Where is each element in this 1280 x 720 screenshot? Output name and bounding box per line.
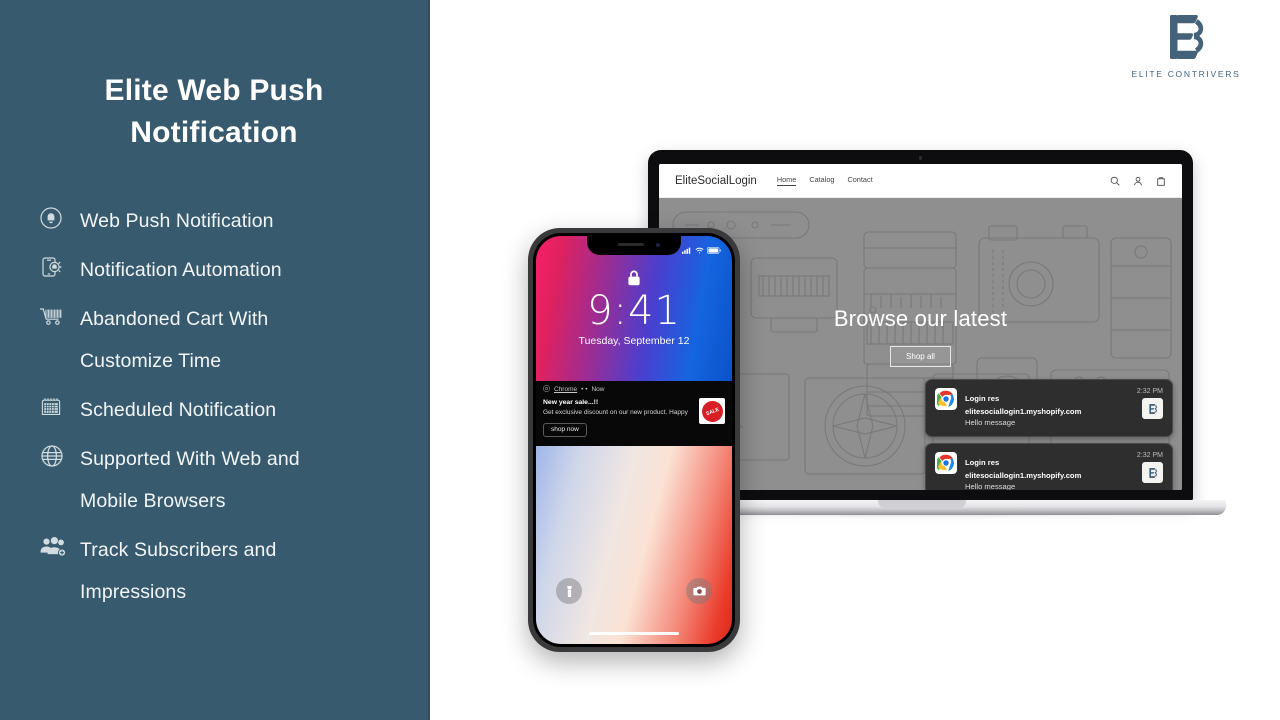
front-camera-icon — [655, 242, 660, 247]
notification-domain: elitesociallogin1.myshopify.com — [965, 407, 1082, 416]
phone-notification-description: Get exclusive discount on our new produc… — [543, 409, 688, 416]
feature-label: Web Push Notification — [80, 210, 274, 232]
notification-card[interactable]: Login res elitesociallogin1.myshopify.co… — [925, 379, 1173, 437]
store-navbar: EliteSocialLogin Home Catalog Contact — [659, 164, 1182, 198]
notification-message: Hello message — [965, 482, 1016, 490]
laptop-notch — [878, 500, 966, 508]
phone-notification-title: New year sale...!! — [543, 399, 599, 406]
nav-link-contact[interactable]: Contact — [847, 175, 872, 186]
notification-title: Login res — [965, 458, 1000, 467]
notification-title: Login res — [965, 394, 1000, 403]
calendar-icon — [38, 389, 80, 423]
feature-item-abandoned-cart[interactable]: Abandoned Cart With Customize Time — [38, 298, 408, 382]
feature-item-browsers[interactable]: Supported With Web and Mobile Browsers — [38, 438, 408, 522]
feature-item-scheduled[interactable]: Scheduled Notification — [38, 389, 408, 431]
feature-label: Scheduled Notification — [80, 399, 277, 421]
brand-logo-text: ELITE CONTRIVERS — [1131, 69, 1241, 79]
feature-label: Track Subscribers and Impressions — [80, 539, 277, 603]
users-group-icon — [38, 529, 80, 563]
bell-circle-icon — [38, 200, 80, 234]
phone-bezel: 9:41 Tuesday, September 12 Chrome • • No… — [533, 233, 735, 647]
feature-label: Notification Automation — [80, 259, 282, 281]
notification-meta: 2:32 PM — [1137, 452, 1163, 483]
store-nav-icons — [1110, 176, 1166, 186]
phone-status-bar — [682, 241, 721, 259]
nav-link-home[interactable]: Home — [776, 175, 797, 186]
notification-thumbnail — [1142, 462, 1163, 483]
store-brand[interactable]: EliteSocialLogin — [675, 175, 757, 187]
phone-mockup: 9:41 Tuesday, September 12 Chrome • • No… — [528, 228, 740, 652]
nav-link-catalog[interactable]: Catalog — [809, 175, 834, 186]
wifi-icon — [694, 241, 704, 259]
phone-notification-texts: New year sale...!! Get exclusive discoun… — [543, 398, 699, 437]
globe-icon — [38, 438, 80, 472]
phone-notification-header: Chrome • • Now — [543, 385, 725, 394]
camera-icon[interactable] — [686, 578, 712, 604]
shop-all-button[interactable]: Shop all — [890, 346, 951, 367]
chrome-icon — [935, 388, 957, 410]
notification-card[interactable]: Login res elitesociallogin1.myshopify.co… — [925, 443, 1173, 490]
phone-notch — [587, 236, 681, 255]
account-icon[interactable] — [1133, 176, 1143, 186]
notification-domain: elitesociallogin1.myshopify.com — [965, 471, 1082, 480]
notification-body: Login res elitesociallogin1.myshopify.co… — [965, 388, 1129, 428]
feature-item-track-subscribers[interactable]: Track Subscribers and Impressions — [38, 529, 408, 613]
shopping-cart-icon — [38, 298, 80, 332]
feature-item-web-push[interactable]: Web Push Notification — [38, 200, 408, 242]
wallpaper-bottom — [536, 446, 732, 644]
chrome-icon — [543, 385, 550, 394]
phone-notification-app: Chrome — [554, 386, 578, 393]
webcam-icon — [918, 156, 922, 160]
phone-screen: 9:41 Tuesday, September 12 Chrome • • No… — [536, 236, 732, 644]
phone-notification-separator: • • — [581, 386, 588, 393]
phone-notification-when: Now — [591, 386, 605, 393]
notification-thumbnail — [1142, 398, 1163, 419]
notification-message: Hello message — [965, 418, 1016, 427]
search-icon[interactable] — [1110, 176, 1120, 186]
page-title: Elite Web Push Notification — [104, 74, 324, 149]
slide-canvas: Elite Web Push Notification Web Push Not… — [0, 0, 1280, 720]
brand-logo: ELITE CONTRIVERS — [1116, 12, 1256, 79]
store-nav-links: Home Catalog Contact — [776, 175, 873, 186]
notification-body: Login res elitesociallogin1.myshopify.co… — [965, 452, 1129, 490]
elite-e-monogram-icon — [1164, 12, 1208, 62]
feature-item-automation[interactable]: Notification Automation — [38, 249, 408, 291]
shop-now-button[interactable]: shop now — [543, 422, 587, 437]
sale-badge: SALE — [698, 397, 726, 425]
phone-notification-thumbnail: SALE — [698, 397, 726, 425]
battery-icon — [707, 241, 721, 259]
flashlight-icon[interactable] — [556, 578, 582, 604]
signal-icon — [682, 241, 691, 259]
phone-notification-main: New year sale...!! Get exclusive discoun… — [543, 397, 726, 437]
sidebar-panel: Elite Web Push Notification Web Push Not… — [0, 0, 430, 720]
phone-notification-card[interactable]: Chrome • • Now New year sale...!! Get ex… — [536, 381, 732, 446]
notification-meta: 2:32 PM — [1137, 388, 1163, 419]
mobile-notification-icon — [38, 249, 80, 283]
lockscreen-date: Tuesday, September 12 — [578, 335, 690, 347]
notification-time: 2:32 PM — [1136, 388, 1163, 395]
desktop-notification-list: Login res elitesociallogin1.myshopify.co… — [925, 379, 1173, 490]
notification-time: 2:32 PM — [1136, 452, 1163, 459]
home-indicator[interactable] — [589, 631, 679, 635]
cart-icon[interactable] — [1156, 176, 1166, 186]
feature-label: Abandoned Cart With Customize Time — [80, 308, 269, 372]
lockscreen-time: 9:41 — [587, 288, 681, 334]
earpiece-speaker — [618, 243, 644, 246]
feature-label: Supported With Web and Mobile Browsers — [80, 448, 300, 512]
feature-list: Web Push Notification Notification Autom… — [0, 200, 428, 613]
chrome-icon — [935, 452, 957, 474]
